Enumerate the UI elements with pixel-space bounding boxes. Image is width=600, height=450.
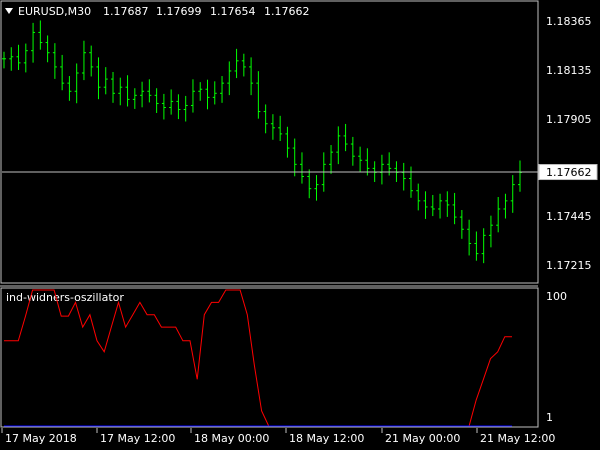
time-tick-label: 18 May 00:00 [194, 432, 269, 445]
time-tick-label: 21 May 00:00 [385, 432, 460, 445]
current-price-label: 1.17662 [546, 166, 592, 179]
ohlc-high: 1.17699 [156, 5, 202, 18]
chart-window: EURUSD,M30 1.17687 1.17699 1.17654 1.176… [0, 0, 600, 450]
price-tick-label: 1.18135 [546, 64, 592, 77]
price-tick-label: 1.17905 [546, 113, 592, 126]
indicator-scale-min: 1 [546, 411, 553, 424]
time-tick-label: 17 May 12:00 [100, 432, 175, 445]
time-tick-label: 18 May 12:00 [289, 432, 364, 445]
price-tick-label: 1.17215 [546, 259, 592, 272]
ohlc-open: 1.17687 [103, 5, 149, 18]
price-tick-label: 1.18365 [546, 15, 592, 28]
symbol-timeframe-label: EURUSD,M30 [18, 5, 91, 18]
price-tick-label: 1.17445 [546, 210, 592, 223]
ohlc-close: 1.17662 [264, 5, 310, 18]
time-tick-label: 17 May 2018 [5, 432, 77, 445]
ohlc-low: 1.17654 [210, 5, 256, 18]
time-tick-label: 21 May 12:00 [480, 432, 555, 445]
indicator-scale-max: 100 [546, 290, 567, 303]
indicator-title: ind-widners-oszillator [6, 291, 124, 304]
chart-background [0, 0, 600, 450]
